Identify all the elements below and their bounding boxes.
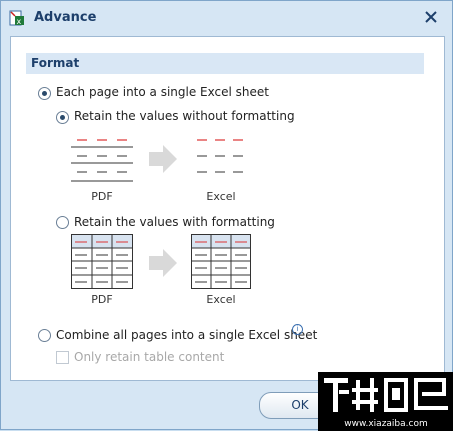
excel-caption-1: Excel bbox=[206, 190, 236, 203]
advance-dialog: x Advance Format Each page into a single… bbox=[0, 0, 453, 431]
excel-table-doc-icon bbox=[191, 234, 251, 289]
excel-plain-doc-icon bbox=[197, 139, 243, 173]
combine-all-radio[interactable] bbox=[38, 329, 51, 342]
arrow-right-icon bbox=[149, 145, 177, 173]
svg-text:x: x bbox=[17, 17, 22, 26]
app-icon: x bbox=[9, 10, 24, 26]
pdf-table-doc-icon bbox=[71, 234, 133, 289]
retain-without-formatting-label[interactable]: Retain the values without formatting bbox=[74, 109, 295, 123]
excel-caption-2: Excel bbox=[206, 293, 236, 306]
title-bar: x Advance bbox=[1, 1, 452, 35]
retain-with-formatting-label[interactable]: Retain the values with formatting bbox=[74, 215, 275, 229]
close-button[interactable] bbox=[420, 6, 442, 28]
each-page-radio[interactable] bbox=[38, 87, 51, 100]
format-section-label: Format bbox=[31, 56, 80, 70]
only-table-label: Only retain table content bbox=[74, 350, 225, 364]
watermark-url: www.xiazaiba.com bbox=[344, 419, 428, 429]
pdf-plain-doc-icon bbox=[71, 139, 133, 182]
info-icon[interactable]: i bbox=[292, 324, 303, 335]
combine-all-label[interactable]: Combine all pages into a single Excel sh… bbox=[56, 328, 317, 342]
each-page-label[interactable]: Each page into a single Excel sheet bbox=[56, 85, 269, 99]
window-title: Advance bbox=[34, 10, 97, 25]
watermark-logo: www.xiazaiba.com bbox=[318, 372, 453, 431]
formatted-conversion-illustration bbox=[71, 234, 251, 289]
options-panel: Format Each page into a single Excel she… bbox=[10, 36, 445, 381]
format-section-header: Format bbox=[26, 53, 424, 74]
close-icon bbox=[425, 11, 437, 23]
retain-without-formatting-radio[interactable] bbox=[56, 111, 69, 124]
plain-conversion-illustration bbox=[71, 139, 243, 182]
pdf-caption-1: PDF bbox=[91, 190, 113, 203]
only-table-checkbox[interactable] bbox=[56, 351, 69, 364]
retain-with-formatting-radio[interactable] bbox=[56, 216, 69, 229]
pdf-caption-2: PDF bbox=[91, 293, 113, 306]
arrow-right-icon-2 bbox=[149, 249, 177, 277]
